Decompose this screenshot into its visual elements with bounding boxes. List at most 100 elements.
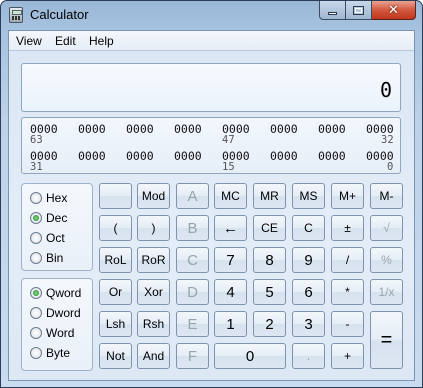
digit-4-key[interactable]: 4 xyxy=(214,279,247,305)
and-key[interactable]: And xyxy=(137,343,170,369)
memory-recall-key[interactable]: MR xyxy=(253,183,286,209)
radio-oct[interactable]: Oct xyxy=(30,230,65,246)
digit-2-key[interactable]: 2 xyxy=(253,311,286,337)
multiply-key[interactable]: * xyxy=(331,279,364,305)
bit-position-label: 63 xyxy=(30,134,43,146)
caption-buttons: ✕ xyxy=(319,1,416,20)
hex-a-key[interactable]: A xyxy=(176,183,209,209)
radio-indicator[interactable] xyxy=(30,307,42,319)
memory-store-key[interactable]: MS xyxy=(292,183,325,209)
radio-indicator[interactable] xyxy=(30,212,42,224)
digit-5-key[interactable]: 5 xyxy=(253,279,286,305)
memory-subtract-key[interactable]: M- xyxy=(370,183,403,209)
close-button[interactable]: ✕ xyxy=(372,1,416,20)
window-title: Calculator xyxy=(30,7,89,22)
maximize-button[interactable] xyxy=(346,1,372,20)
memory-clear-key[interactable]: MC xyxy=(214,183,247,209)
right-shift-key[interactable]: Rsh xyxy=(137,311,170,337)
subtract-key[interactable]: - xyxy=(331,311,364,337)
radio-label: Bin xyxy=(46,251,64,265)
radio-label: Oct xyxy=(46,231,65,245)
digit-3-key[interactable]: 3 xyxy=(292,311,325,337)
binary-positions-high: 63 47 32 xyxy=(22,134,402,146)
radio-hex[interactable]: Hex xyxy=(30,190,67,206)
radio-dec[interactable]: Dec xyxy=(30,210,67,226)
hex-e-key[interactable]: E xyxy=(176,311,209,337)
radio-label: Dword xyxy=(46,306,81,320)
negate-key[interactable]: ± xyxy=(331,215,364,241)
radio-byte[interactable]: Byte xyxy=(30,345,70,361)
radio-label: Qword xyxy=(46,286,82,300)
add-key[interactable]: + xyxy=(331,343,364,369)
radio-indicator[interactable] xyxy=(30,347,42,359)
backspace-key[interactable]: ← xyxy=(214,215,247,241)
blank-key[interactable] xyxy=(99,183,132,209)
mod-key[interactable]: Mod xyxy=(137,183,170,209)
radio-label: Dec xyxy=(46,211,68,225)
close-paren-key[interactable]: ) xyxy=(137,215,170,241)
percent-key[interactable]: % xyxy=(370,247,403,273)
word-size-group: Qword Dword Word Byte xyxy=(21,278,93,371)
bit-position-label: 31 xyxy=(30,161,43,173)
bit-position-label: 47 xyxy=(222,134,235,146)
radio-bin[interactable]: Bin xyxy=(30,250,63,266)
radio-label: Word xyxy=(46,326,75,340)
radio-dword[interactable]: Dword xyxy=(30,305,81,321)
close-icon: ✕ xyxy=(388,2,399,18)
radio-label: Byte xyxy=(46,346,71,360)
bit-position-label: 0 xyxy=(387,161,394,173)
calculator-window: Calculator ✕ View Edit Help 0 0000 0000 … xyxy=(0,0,423,388)
xor-key[interactable]: Xor xyxy=(137,279,170,305)
number-base-group: Hex Dec Oct Bin xyxy=(21,183,93,271)
digit-9-key[interactable]: 9 xyxy=(292,247,325,273)
or-key[interactable]: Or xyxy=(99,279,132,305)
menu-bar: View Edit Help xyxy=(9,31,414,51)
radio-label: Hex xyxy=(46,191,68,205)
radio-indicator[interactable] xyxy=(30,252,42,264)
result-display: 0 xyxy=(21,63,401,112)
not-key[interactable]: Not xyxy=(99,343,132,369)
bit-position-label: 15 xyxy=(222,161,235,173)
left-shift-key[interactable]: Lsh xyxy=(99,311,132,337)
hex-d-key[interactable]: D xyxy=(176,279,209,305)
title-bar[interactable]: Calculator ✕ xyxy=(1,1,422,29)
menu-view[interactable]: View xyxy=(16,34,42,48)
hex-c-key[interactable]: C xyxy=(176,247,209,273)
radio-indicator[interactable] xyxy=(30,192,42,204)
digit-7-key[interactable]: 7 xyxy=(214,247,247,273)
minimize-icon xyxy=(328,11,337,15)
equals-key[interactable]: = xyxy=(370,311,403,369)
radio-indicator[interactable] xyxy=(30,287,42,299)
hex-f-key[interactable]: F xyxy=(176,343,209,369)
calculator-app-icon xyxy=(9,7,23,23)
binary-display: 0000 0000 0000 0000 0000 0000 0000 0000 … xyxy=(21,117,401,174)
divide-key[interactable]: / xyxy=(331,247,364,273)
menu-edit[interactable]: Edit xyxy=(55,34,76,48)
bit-position-label: 32 xyxy=(381,134,394,146)
rotate-left-key[interactable]: RoL xyxy=(99,247,132,273)
minimize-button[interactable] xyxy=(319,1,346,20)
radio-qword[interactable]: Qword xyxy=(30,285,81,301)
calculator-client-area: View Edit Help 0 0000 0000 0000 0000 000… xyxy=(8,30,415,381)
binary-positions-low: 31 15 0 xyxy=(22,161,402,173)
reciprocal-key[interactable]: 1/x xyxy=(370,279,403,305)
clear-entry-key[interactable]: CE xyxy=(253,215,286,241)
square-root-key[interactable]: √ xyxy=(370,215,403,241)
decimal-key[interactable]: . xyxy=(292,343,325,369)
radio-word[interactable]: Word xyxy=(30,325,74,341)
binary-row-low: 0000 0000 0000 0000 0000 0000 0000 0000 xyxy=(22,149,402,163)
display-value: 0 xyxy=(379,78,392,102)
clear-key[interactable]: C xyxy=(292,215,325,241)
open-paren-key[interactable]: ( xyxy=(99,215,132,241)
menu-help[interactable]: Help xyxy=(89,34,114,48)
radio-indicator[interactable] xyxy=(30,327,42,339)
rotate-right-key[interactable]: RoR xyxy=(137,247,170,273)
digit-1-key[interactable]: 1 xyxy=(214,311,247,337)
hex-b-key[interactable]: B xyxy=(176,215,209,241)
binary-row-high: 0000 0000 0000 0000 0000 0000 0000 0000 xyxy=(22,122,402,136)
memory-add-key[interactable]: M+ xyxy=(331,183,364,209)
digit-0-key[interactable]: 0 xyxy=(214,343,286,369)
radio-indicator[interactable] xyxy=(30,232,42,244)
digit-8-key[interactable]: 8 xyxy=(253,247,286,273)
digit-6-key[interactable]: 6 xyxy=(292,279,325,305)
